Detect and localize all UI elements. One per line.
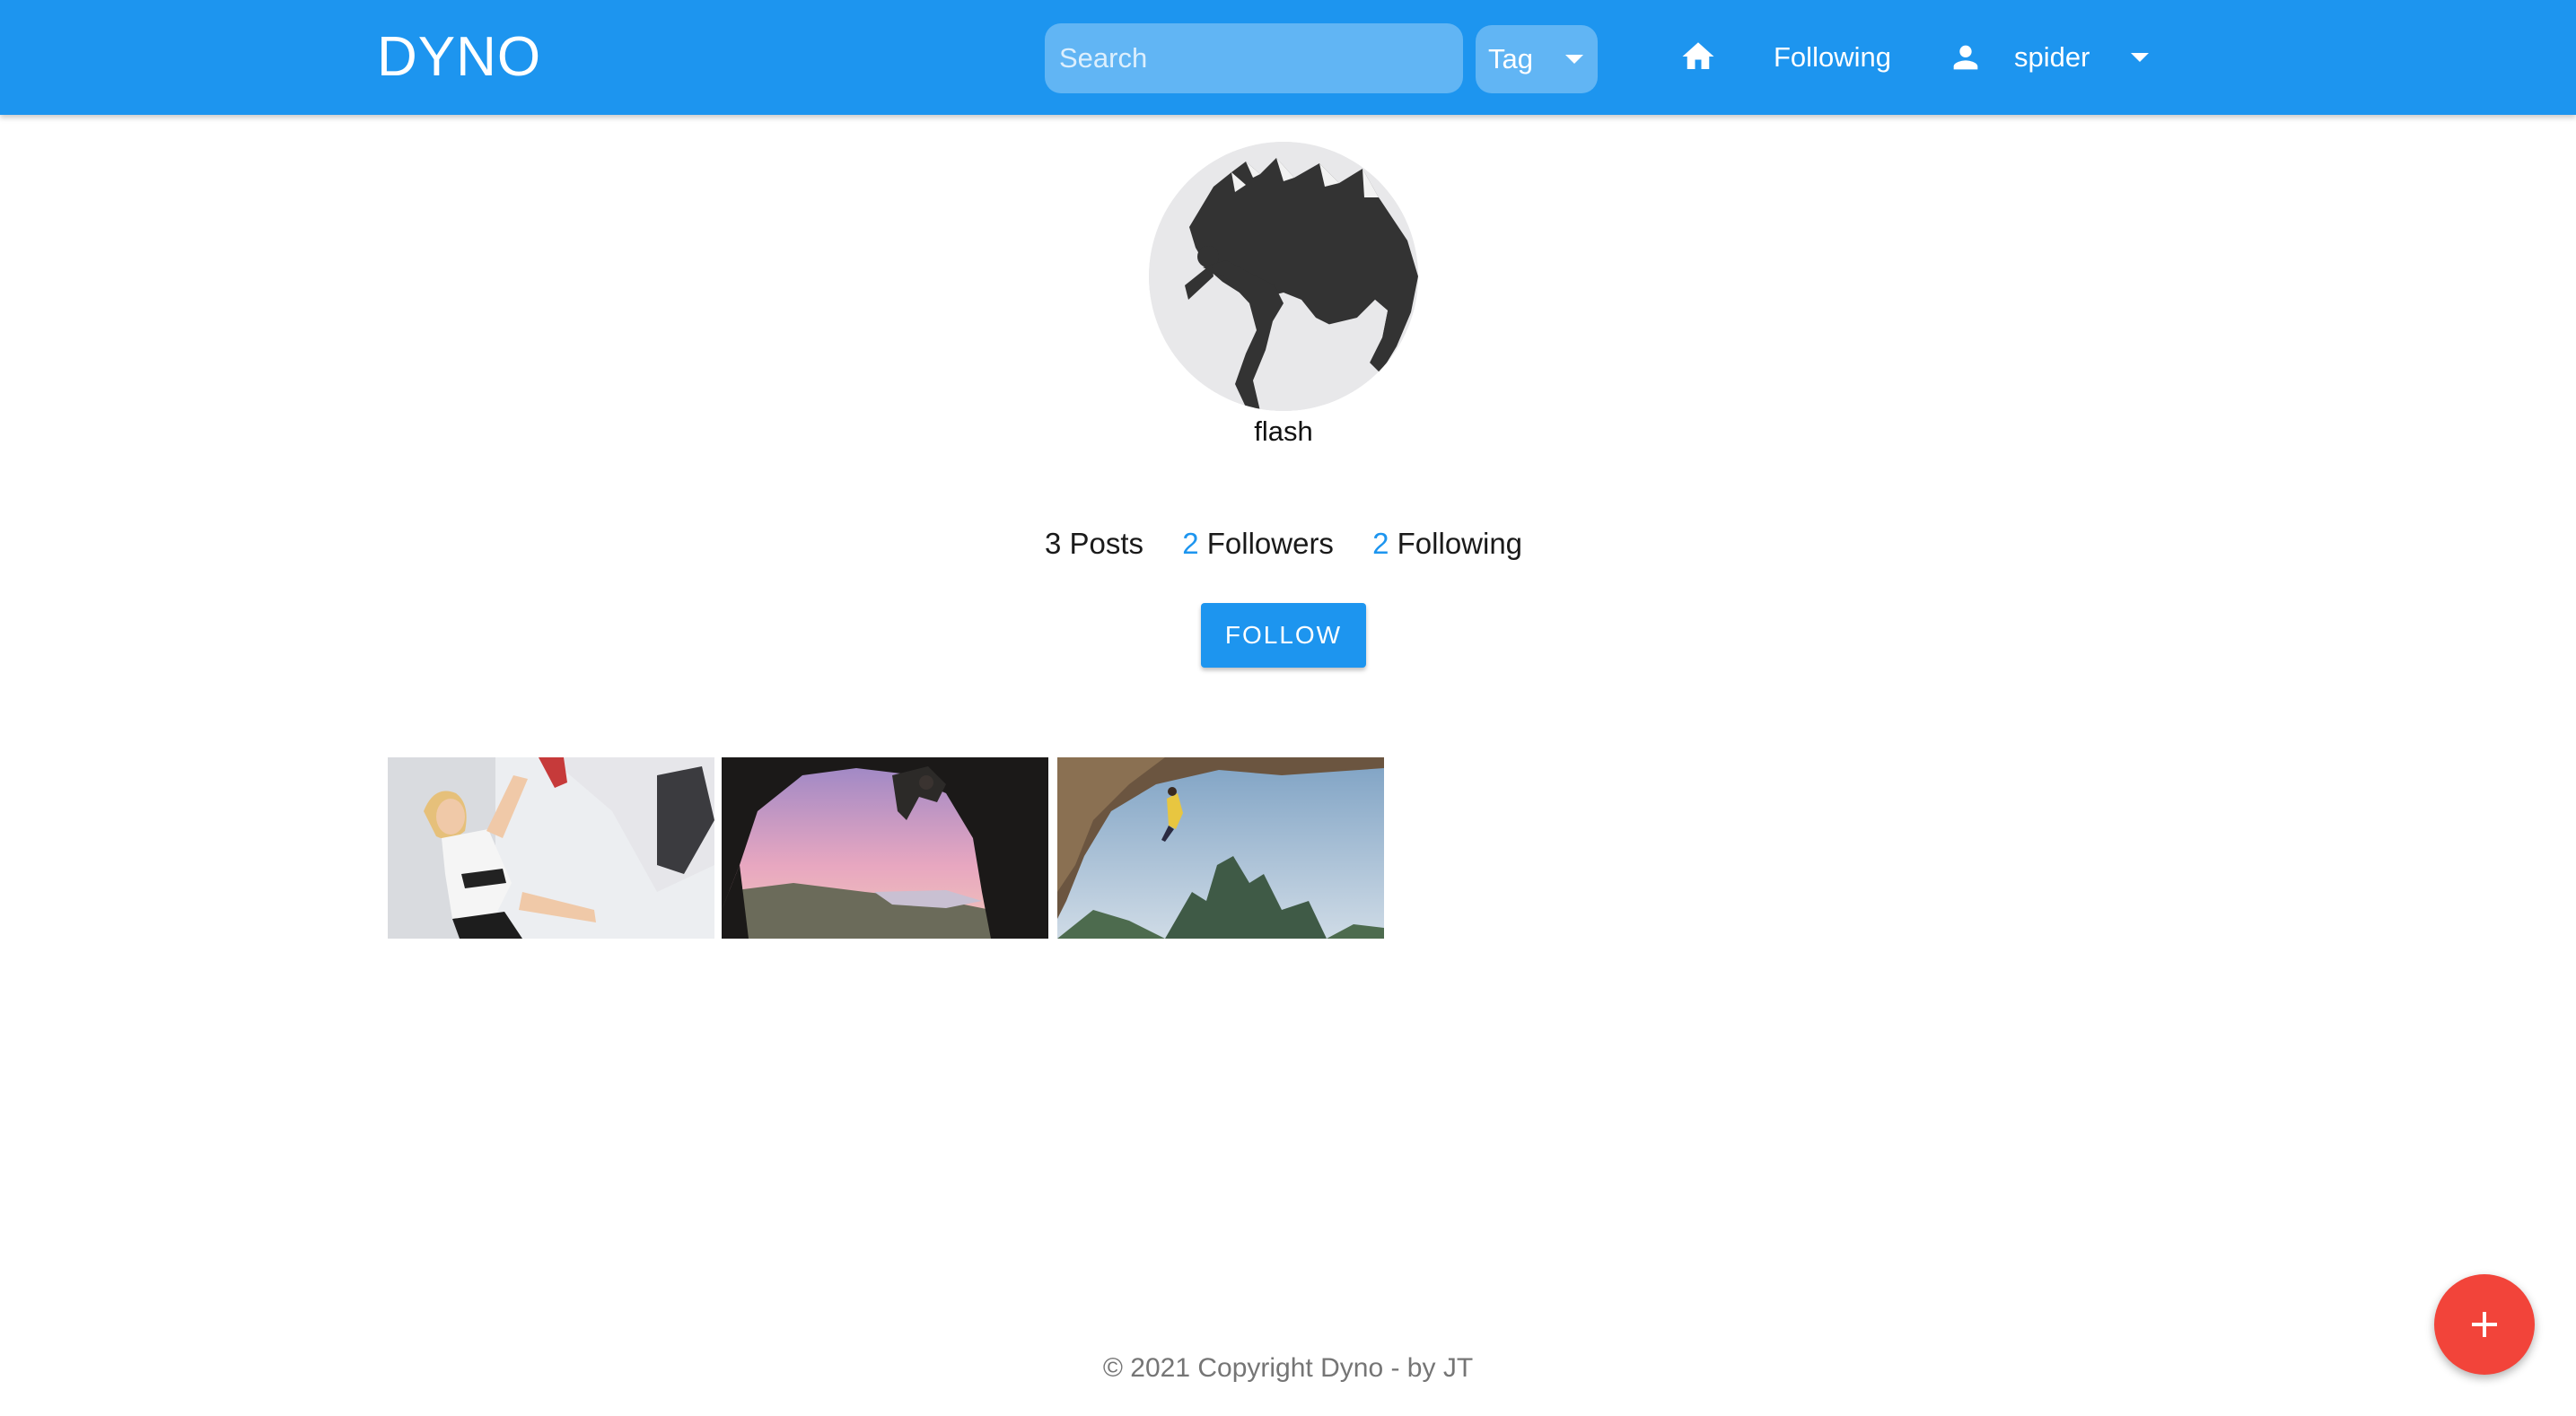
post-thumbnail[interactable] bbox=[722, 757, 1048, 939]
stat-followers-count[interactable]: 2 bbox=[1182, 527, 1198, 560]
tag-select[interactable]: Tag bbox=[1476, 25, 1598, 93]
search-input[interactable] bbox=[1045, 23, 1463, 93]
nav-following-link[interactable]: Following bbox=[1774, 41, 1891, 74]
search-box[interactable] bbox=[1045, 23, 1463, 93]
indoor-bouldering-photo bbox=[388, 757, 714, 939]
tag-select-label: Tag bbox=[1488, 43, 1533, 74]
overhang-climbing-landscape-photo bbox=[1057, 757, 1384, 939]
profile-stats: 3 Posts 2 Followers 2 Following bbox=[987, 526, 1580, 562]
home-icon bbox=[1682, 42, 1714, 69]
climber-logo-icon bbox=[1149, 142, 1418, 411]
stat-posts-count: 3 bbox=[1044, 527, 1062, 560]
profile-avatar bbox=[1149, 142, 1418, 411]
profile-username: flash bbox=[1254, 415, 1313, 447]
user-menu-username: spider bbox=[2014, 41, 2090, 73]
stat-posts: 3 Posts bbox=[1045, 526, 1143, 562]
stat-followers-label[interactable]: Followers bbox=[1207, 527, 1334, 560]
cave-climbing-sunset-photo bbox=[722, 757, 1048, 939]
footer-copyright: © 2021 Copyright Dyno - by JT bbox=[1102, 1353, 1474, 1383]
app-bar: DYNO Tag Following spider bbox=[0, 0, 2576, 115]
brand-logo[interactable]: DYNO bbox=[377, 23, 541, 92]
add-post-fab-button[interactable] bbox=[2434, 1274, 2535, 1375]
person-icon bbox=[1953, 45, 1978, 70]
stat-following[interactable]: 2 Following bbox=[1372, 526, 1522, 562]
chevron-down-icon bbox=[2131, 53, 2149, 62]
chevron-down-icon bbox=[1565, 55, 1583, 64]
stat-posts-label: Posts bbox=[1069, 527, 1144, 560]
stat-following-count[interactable]: 2 bbox=[1372, 527, 1389, 560]
home-button[interactable] bbox=[1678, 38, 1718, 75]
stat-followers[interactable]: 2 Followers bbox=[1182, 526, 1334, 562]
plus-icon bbox=[2483, 1312, 2486, 1337]
post-thumbnail[interactable] bbox=[388, 757, 714, 939]
user-menu[interactable]: spider bbox=[1944, 36, 2160, 79]
stat-following-label[interactable]: Following bbox=[1398, 527, 1522, 560]
follow-button[interactable]: FOLLOW bbox=[1201, 603, 1366, 668]
post-thumbnail[interactable] bbox=[1057, 757, 1384, 939]
